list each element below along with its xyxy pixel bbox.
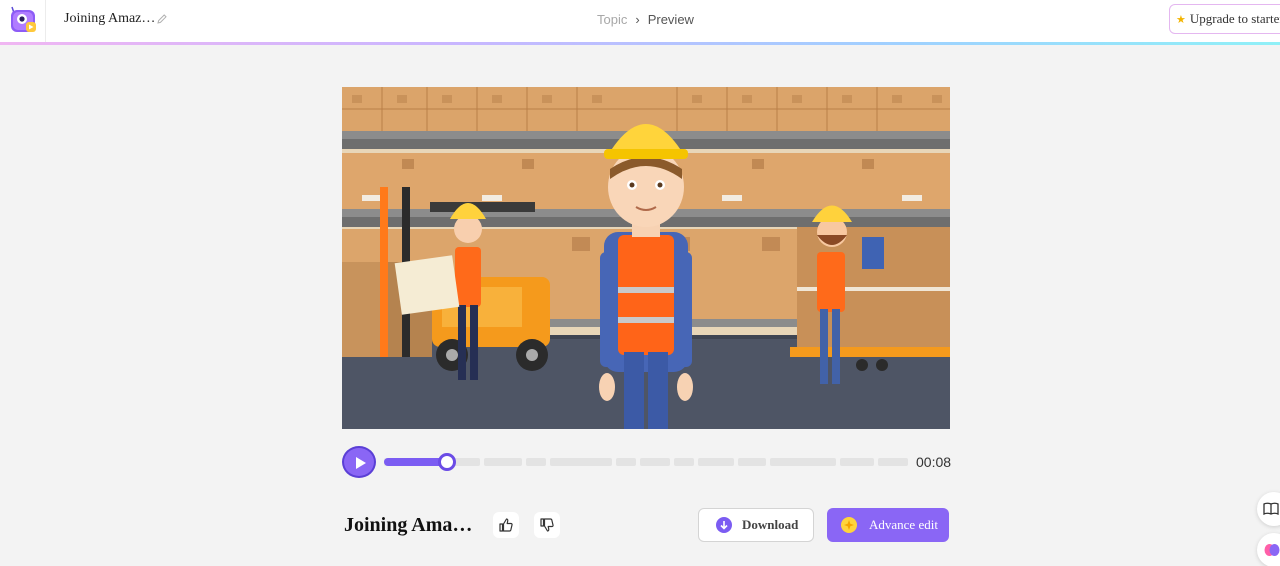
video-preview[interactable]: [342, 87, 950, 429]
breadcrumb-preview: Preview: [647, 12, 694, 27]
play-icon: [356, 457, 366, 469]
breadcrumb-separator: ›: [635, 12, 640, 27]
pencil-icon[interactable]: [156, 13, 168, 25]
progress-segment: [484, 458, 522, 466]
progress-bar[interactable]: [384, 453, 908, 471]
thumbs-down-button[interactable]: [534, 512, 560, 538]
header-gradient-line: [0, 42, 1280, 45]
sparkle-icon: [841, 517, 857, 533]
upgrade-button[interactable]: ★ Upgrade to starter: [1169, 4, 1280, 34]
progress-segment: [738, 458, 766, 466]
video-frame-illustration: [342, 87, 950, 429]
current-time: 00:08: [916, 454, 952, 470]
thumbs-down-icon: [540, 518, 554, 532]
download-label: Download: [742, 517, 799, 532]
header-divider: [45, 0, 46, 42]
progress-segment: [878, 458, 908, 466]
download-button[interactable]: Download: [698, 508, 814, 542]
top-bar: Joining Amaz… Topic › Preview ★ Upgrade …: [0, 0, 1280, 42]
progress-segment: [526, 458, 546, 466]
thumbs-up-icon: [499, 518, 513, 532]
progress-segment: [550, 458, 612, 466]
app-logo-icon[interactable]: [8, 5, 38, 35]
progress-segment: [674, 458, 694, 466]
play-button[interactable]: [342, 446, 376, 478]
upgrade-label: Upgrade to starter: [1189, 11, 1280, 26]
progress-thumb[interactable]: [437, 453, 456, 471]
advance-edit-button[interactable]: Advance edit: [827, 508, 949, 542]
brain-icon: [1264, 544, 1280, 556]
book-icon: [1263, 502, 1279, 516]
progress-segment: [616, 458, 636, 466]
player-controls: 00:08: [342, 446, 952, 478]
advance-edit-label: Advance edit: [869, 517, 938, 532]
guide-button[interactable]: [1257, 492, 1280, 526]
download-icon: [716, 517, 732, 533]
progress-segment: [840, 458, 874, 466]
breadcrumb: Topic › Preview: [597, 12, 694, 27]
project-title[interactable]: Joining Amaz…: [64, 11, 155, 27]
star-icon: ★: [1176, 13, 1186, 26]
ai-assistant-button[interactable]: [1257, 533, 1280, 566]
breadcrumb-topic[interactable]: Topic: [597, 12, 627, 27]
thumbs-up-button[interactable]: [493, 512, 519, 538]
video-title: Joining Ama…: [344, 514, 473, 536]
progress-segment: [770, 458, 836, 466]
progress-segment: [640, 458, 670, 466]
progress-segment: [698, 458, 734, 466]
